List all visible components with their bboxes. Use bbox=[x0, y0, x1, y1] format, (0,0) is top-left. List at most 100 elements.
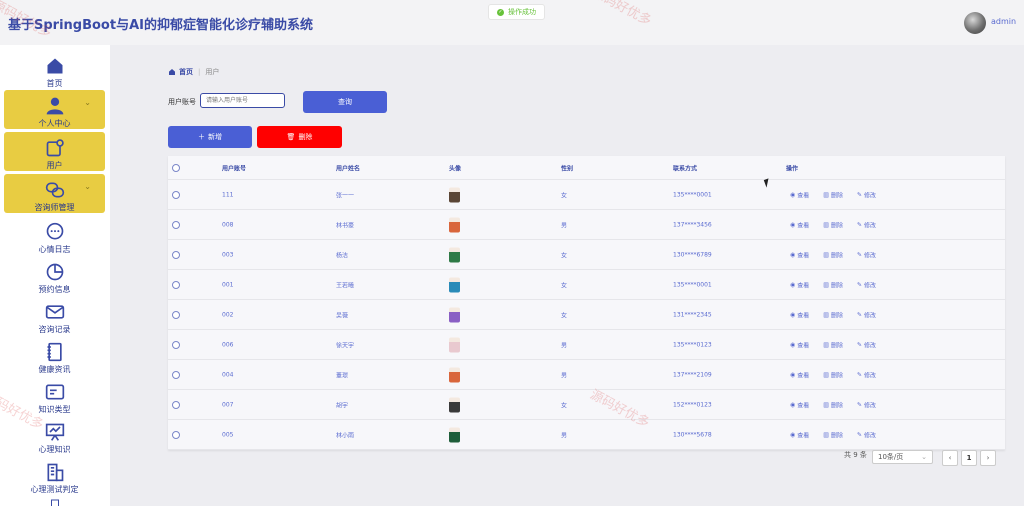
check-circle-icon: ✓ bbox=[497, 8, 504, 16]
eye-icon: ◉ bbox=[790, 221, 796, 228]
sidebar-item-label: 心理知识 bbox=[38, 445, 71, 454]
sidebar-item-profile[interactable]: ⌄ 个人中心 bbox=[4, 90, 105, 129]
avatar-thumbnail bbox=[449, 397, 460, 412]
edit-button[interactable]: ✎ 修改 bbox=[857, 400, 876, 409]
sidebar-item-home[interactable]: 首页 bbox=[4, 49, 105, 89]
row-delete-button[interactable]: ▥ 删除 bbox=[823, 340, 843, 349]
sidebar-item-mood-log[interactable]: 心情日志 bbox=[4, 217, 105, 255]
query-button[interactable]: 查询 bbox=[303, 91, 387, 113]
sidebar-item-counselor-management[interactable]: ⌄ 咨询师管理 bbox=[4, 174, 105, 213]
edit-button[interactable]: ✎ 修改 bbox=[857, 370, 876, 379]
cell-gender: 女 bbox=[561, 192, 568, 199]
view-button[interactable]: ◉ 查看 bbox=[790, 220, 809, 229]
cell-gender: 男 bbox=[561, 222, 568, 229]
page-size-select[interactable]: 10条/页 ⌄ bbox=[872, 450, 933, 464]
avatar-thumbnail bbox=[449, 187, 460, 202]
sidebar-item-psych-knowledge[interactable]: 心理知识 bbox=[4, 417, 105, 455]
sidebar-item-label: 咨询记录 bbox=[38, 325, 71, 334]
row-checkbox[interactable] bbox=[172, 430, 180, 439]
row-delete-button[interactable]: ▥ 删除 bbox=[823, 310, 843, 319]
sidebar-item-health-news[interactable]: 健康资讯 bbox=[4, 337, 105, 375]
row-actions: ◉ 查看 ▥ 删除 ✎ 修改 bbox=[790, 400, 876, 409]
row-delete-button[interactable]: ▥ 删除 bbox=[823, 400, 843, 409]
add-button[interactable]: ＋ 新增 bbox=[168, 126, 252, 148]
column-header: 操作 bbox=[786, 165, 799, 172]
edit-button[interactable]: ✎ 修改 bbox=[857, 280, 876, 289]
page-size-value: 10条/页 bbox=[878, 453, 904, 461]
edit-button[interactable]: ✎ 修改 bbox=[857, 430, 876, 439]
prev-page-button[interactable]: ‹ bbox=[942, 450, 958, 466]
trash-icon: ▥ bbox=[823, 401, 829, 408]
view-label: 查看 bbox=[797, 312, 810, 319]
cell-account: 001 bbox=[222, 281, 234, 288]
add-button-label: 新增 bbox=[208, 133, 222, 141]
avatar-thumbnail bbox=[449, 307, 460, 322]
view-button[interactable]: ◉ 查看 bbox=[790, 280, 809, 289]
row-checkbox[interactable] bbox=[172, 370, 180, 379]
edit-button[interactable]: ✎ 修改 bbox=[857, 340, 876, 349]
row-checkbox[interactable] bbox=[172, 190, 180, 199]
edit-button[interactable]: ✎ 修改 bbox=[857, 220, 876, 229]
toast-text: 操作成功 bbox=[508, 8, 536, 16]
app-title: 基于SpringBoot与AI的抑郁症智能化诊疗辅助系统 bbox=[8, 18, 313, 33]
row-delete-button[interactable]: ▥ 删除 bbox=[823, 280, 843, 289]
view-button[interactable]: ◉ 查看 bbox=[790, 250, 809, 259]
search-input[interactable] bbox=[200, 93, 285, 108]
row-checkbox[interactable] bbox=[172, 220, 180, 229]
row-delete-button[interactable]: ▥ 删除 bbox=[823, 220, 843, 229]
home-icon bbox=[47, 58, 62, 74]
row-actions: ◉ 查看 ▥ 删除 ✎ 修改 bbox=[790, 340, 876, 349]
search-label: 用户账号 bbox=[168, 98, 196, 106]
view-button[interactable]: ◉ 查看 bbox=[790, 310, 809, 319]
cell-name: 林书豪 bbox=[336, 222, 355, 229]
sidebar-item-knowledge-types[interactable]: 知识类型 bbox=[4, 377, 105, 415]
edit-button[interactable]: ✎ 修改 bbox=[857, 310, 876, 319]
row-actions: ◉ 查看 ▥ 删除 ✎ 修改 bbox=[790, 220, 876, 229]
view-button[interactable]: ◉ 查看 bbox=[790, 430, 809, 439]
row-actions: ◉ 查看 ▥ 删除 ✎ 修改 bbox=[790, 250, 876, 259]
view-button[interactable]: ◉ 查看 bbox=[790, 370, 809, 379]
cell-name: 林小雨 bbox=[336, 432, 355, 439]
user-avatar[interactable] bbox=[964, 12, 986, 34]
edit-icon: ✎ bbox=[856, 371, 862, 378]
row-delete-button[interactable]: ▥ 删除 bbox=[823, 370, 843, 379]
buildings-icon bbox=[47, 463, 63, 482]
view-button[interactable]: ◉ 查看 bbox=[790, 190, 809, 199]
sidebar-item-appointments[interactable]: 预约信息 bbox=[4, 257, 105, 295]
cell-account: 007 bbox=[222, 401, 234, 408]
next-page-button[interactable]: › bbox=[980, 450, 996, 466]
cell-phone: 137****2109 bbox=[673, 371, 712, 378]
select-all-checkbox[interactable] bbox=[172, 163, 180, 172]
trash-icon: ▥ bbox=[823, 431, 829, 438]
breadcrumb-home[interactable]: 首页 bbox=[179, 67, 193, 77]
row-checkbox[interactable] bbox=[172, 280, 180, 289]
sidebar-item-consult-records[interactable]: 咨询记录 bbox=[4, 297, 105, 335]
row-actions: ◉ 查看 ▥ 删除 ✎ 修改 bbox=[790, 190, 876, 199]
view-label: 查看 bbox=[797, 222, 810, 229]
cell-gender: 女 bbox=[561, 312, 568, 319]
row-checkbox[interactable] bbox=[172, 340, 180, 349]
breadcrumb-current: 用户 bbox=[205, 68, 220, 76]
username[interactable]: admin bbox=[991, 17, 1016, 26]
cell-gender: 男 bbox=[561, 372, 568, 379]
pagination-total: 共 9 条 bbox=[844, 451, 867, 459]
edit-button[interactable]: ✎ 修改 bbox=[857, 250, 876, 259]
sidebar-item-more[interactable] bbox=[4, 497, 105, 506]
row-checkbox[interactable] bbox=[172, 310, 180, 319]
row-delete-button[interactable]: ▥ 删除 bbox=[823, 190, 843, 199]
page-number-button[interactable]: 1 bbox=[961, 450, 977, 466]
delete-button[interactable]: 🗑 删除 bbox=[257, 126, 342, 148]
cell-name: 董璟 bbox=[336, 372, 349, 379]
row-delete-button[interactable]: ▥ 删除 bbox=[823, 430, 843, 439]
sidebar-item-psych-test[interactable]: 心理测试判定 bbox=[4, 457, 105, 495]
edit-button[interactable]: ✎ 修改 bbox=[857, 190, 876, 199]
row-delete-button[interactable]: ▥ 删除 bbox=[823, 250, 843, 259]
view-button[interactable]: ◉ 查看 bbox=[790, 400, 809, 409]
edit-label: 修改 bbox=[863, 342, 876, 349]
sidebar-item-users[interactable]: 用户 bbox=[4, 132, 105, 171]
row-checkbox[interactable] bbox=[172, 400, 180, 409]
cell-gender: 女 bbox=[561, 402, 568, 409]
cell-name: 吴薇 bbox=[336, 312, 349, 319]
view-button[interactable]: ◉ 查看 bbox=[790, 340, 809, 349]
row-checkbox[interactable] bbox=[172, 250, 180, 259]
